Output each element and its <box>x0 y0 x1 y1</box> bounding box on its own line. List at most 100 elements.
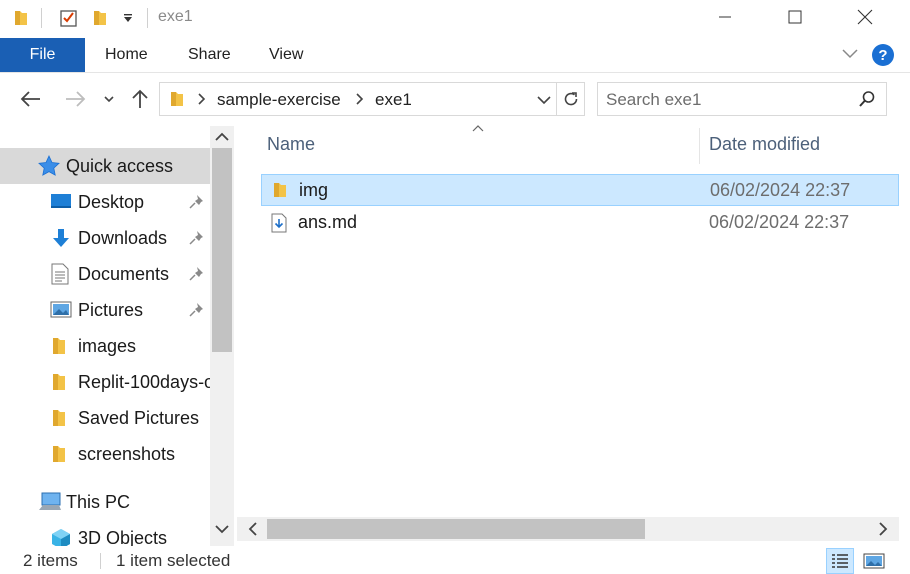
file-date: 06/02/2024 22:37 <box>709 212 850 232</box>
file-row-img[interactable]: img 06/02/2024 22:37 <box>261 174 899 206</box>
nav-label: 3D Objects <box>78 527 168 547</box>
chevron-down-icon[interactable] <box>214 522 230 540</box>
documents-icon <box>50 263 70 285</box>
pin-icon <box>188 194 204 215</box>
nav-scrollbar[interactable] <box>210 126 234 546</box>
chevron-right-icon[interactable] <box>877 521 889 542</box>
nav-item-documents[interactable]: Documents <box>0 256 210 292</box>
pin-icon <box>188 266 204 287</box>
nav-label: Desktop <box>78 191 145 212</box>
column-header-date-modified[interactable]: Date modified <box>709 134 820 155</box>
help-icon[interactable]: ? <box>872 44 894 66</box>
computer-icon <box>38 492 62 512</box>
nav-label: Documents <box>78 263 170 284</box>
up-button[interactable] <box>126 84 154 114</box>
nav-label: Saved Pictures <box>78 407 200 428</box>
folder-icon <box>10 6 32 30</box>
chevron-up-icon[interactable] <box>214 130 230 148</box>
nav-item-pictures[interactable]: Pictures <box>0 292 210 328</box>
breadcrumb-sample-exercise[interactable]: sample-exercise <box>217 90 341 110</box>
folder-icon <box>168 90 186 113</box>
item-count: 2 items <box>23 551 78 570</box>
folder-icon <box>271 181 289 204</box>
back-button[interactable] <box>16 84 46 114</box>
nav-item-screenshots[interactable]: screenshots <box>0 436 210 472</box>
tab-file[interactable]: File <box>0 38 85 72</box>
title-bar: exe1 <box>0 0 910 36</box>
nav-item-images[interactable]: images <box>0 328 210 364</box>
large-icons-view-icon <box>863 553 885 569</box>
nav-label: Quick access <box>66 155 174 176</box>
nav-item-saved-pictures[interactable]: Saved Pictures <box>0 400 210 436</box>
chevron-right-icon[interactable] <box>196 92 206 109</box>
content-scrollbar[interactable] <box>237 517 899 541</box>
nav-label: screenshots <box>78 443 176 464</box>
nav-this-pc[interactable]: This PC <box>0 484 210 520</box>
folder-icon <box>50 372 68 392</box>
details-view-icon <box>832 554 848 568</box>
pin-icon <box>188 230 204 251</box>
close-icon <box>857 9 873 25</box>
search-icon[interactable] <box>858 90 876 113</box>
nav-label: Replit-100days-o <box>78 371 210 392</box>
folder-icon <box>50 336 68 356</box>
new-folder-icon[interactable] <box>89 6 111 30</box>
scrollbar-thumb[interactable] <box>267 519 645 539</box>
details-view-button[interactable] <box>826 548 854 574</box>
ribbon-tabs: File Home Share View ? <box>0 38 910 73</box>
search-box[interactable] <box>597 82 887 116</box>
close-button[interactable] <box>830 0 900 34</box>
properties-icon[interactable] <box>58 6 80 30</box>
column-divider[interactable] <box>699 128 700 164</box>
customize-toolbar-icon[interactable] <box>117 6 139 30</box>
search-input[interactable] <box>606 89 846 111</box>
breadcrumb-exe1[interactable]: exe1 <box>375 90 412 110</box>
tab-home[interactable]: Home <box>105 38 148 72</box>
chevron-left-icon[interactable] <box>247 521 259 542</box>
minimize-icon <box>719 16 731 18</box>
nav-quick-access[interactable]: Quick access <box>0 148 210 184</box>
nav-3d-objects[interactable]: 3D Objects <box>0 520 210 546</box>
chevron-down-icon <box>104 96 114 103</box>
refresh-button[interactable] <box>557 82 585 116</box>
recent-locations-button[interactable] <box>100 84 118 114</box>
minimize-button[interactable] <box>690 0 760 34</box>
window-title: exe1 <box>158 8 193 25</box>
file-date: 06/02/2024 22:37 <box>710 180 851 200</box>
expand-ribbon-icon[interactable] <box>841 46 859 64</box>
up-arrow-icon <box>132 89 148 108</box>
divider <box>100 553 101 569</box>
desktop-icon <box>50 192 72 212</box>
cube-icon <box>50 528 72 546</box>
selection-count: 1 item selected <box>116 551 231 570</box>
scrollbar-thumb[interactable] <box>212 148 232 352</box>
pictures-icon <box>50 300 72 320</box>
address-bar[interactable]: sample-exercise exe1 <box>159 82 557 116</box>
tab-share[interactable]: Share <box>188 38 231 72</box>
forward-button[interactable] <box>60 84 90 114</box>
nav-item-replit[interactable]: Replit-100days-o <box>0 364 210 400</box>
nav-item-downloads[interactable]: Downloads <box>0 220 210 256</box>
column-header-name[interactable]: Name <box>267 134 315 155</box>
downloads-icon <box>50 227 72 249</box>
markdown-file-icon <box>270 213 288 238</box>
nav-label: Pictures <box>78 299 144 320</box>
folder-icon <box>50 444 68 464</box>
divider <box>41 8 42 28</box>
file-name: ans.md <box>298 212 358 232</box>
nav-label: This PC <box>66 491 131 512</box>
navigation-pane: Quick access Desktop Downloads Documents <box>0 126 236 546</box>
file-row-ans-md[interactable]: ans.md 06/02/2024 22:37 <box>261 207 899 239</box>
tab-view[interactable]: View <box>269 38 303 72</box>
chevron-right-icon[interactable] <box>354 92 364 109</box>
maximize-button[interactable] <box>760 0 830 34</box>
status-bar: 2 items 1 item selected <box>0 546 910 574</box>
divider <box>147 8 148 28</box>
nav-label: Downloads <box>78 227 168 248</box>
back-arrow-icon <box>20 91 40 107</box>
folder-icon <box>50 408 68 428</box>
large-icons-view-button[interactable] <box>860 548 888 574</box>
address-history-icon[interactable] <box>536 93 552 111</box>
nav-item-desktop[interactable]: Desktop <box>0 184 210 220</box>
star-icon <box>38 155 60 177</box>
